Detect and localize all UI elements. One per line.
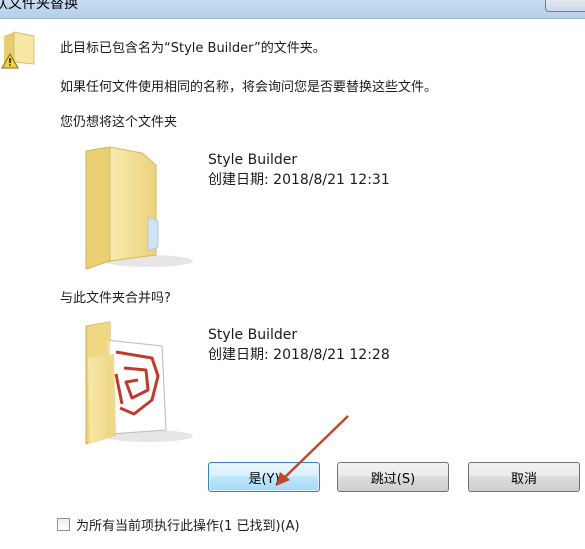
incoming-folder-icon (85, 321, 193, 445)
existing-folder-name: Style Builder (208, 152, 298, 168)
incoming-folder-name: Style Builder (208, 327, 298, 343)
existing-folder-date: 创建日期: 2018/8/21 12:31 (208, 172, 390, 188)
apply-all-row[interactable]: 为所有当前项执行此操作(1 已找到)(A) (57, 515, 300, 534)
yes-button[interactable]: 是(Y) (208, 462, 320, 492)
message-line-merge: 与此文件夹合并吗? (60, 291, 171, 306)
incoming-folder-date: 创建日期: 2018/8/21 12:28 (208, 347, 390, 363)
warning-folder-icon (1, 31, 35, 69)
skip-button[interactable]: 跳过(S) (337, 462, 449, 492)
message-line-prompt: 您仍想将这个文件夹 (60, 115, 178, 130)
apply-all-checkbox[interactable] (57, 518, 70, 531)
cancel-button[interactable]: 取消 (468, 462, 580, 492)
close-button[interactable] (545, 0, 585, 12)
existing-folder-info: Style Builder 创建日期: 2018/8/21 12:31 (208, 150, 390, 190)
message-line-ask: 如果任何文件使用相同的名称，将会询问您是否要替换这些文件。 (60, 80, 438, 95)
title-bar: 认文件夹替换 (0, 0, 585, 19)
incoming-folder-info: Style Builder 创建日期: 2018/8/21 12:28 (208, 325, 390, 365)
apply-all-label[interactable]: 为所有当前项执行此操作(1 已找到)(A) (76, 515, 300, 534)
message-line-target: 此目标已包含名为“Style Builder”的文件夹。 (60, 41, 326, 56)
window-title: 认文件夹替换 (0, 0, 78, 12)
existing-folder-icon (85, 146, 193, 270)
